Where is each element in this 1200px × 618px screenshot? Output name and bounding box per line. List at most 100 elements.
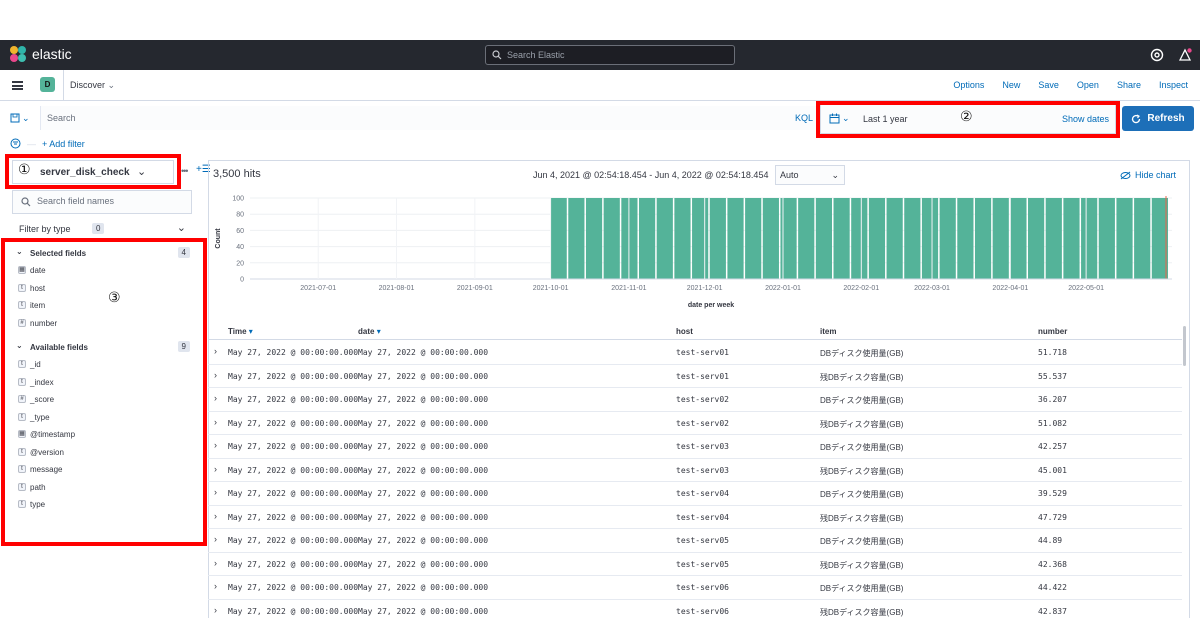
cell-item: 残DBディスク容量(GB): [820, 513, 904, 523]
histogram-chart[interactable]: 0 20 40 60 80 100 Count 2021-07-01 2021-08-01 202…: [212, 190, 1188, 316]
cell-time: May 27, 2022 @ 00:00:00.000: [228, 606, 359, 616]
field-item-host[interactable]: t host: [12, 280, 192, 298]
table-scrollbar[interactable]: [1182, 322, 1188, 618]
refresh-icon: [1132, 113, 1141, 123]
open-link[interactable]: Open: [1077, 80, 1099, 90]
search-icon: [21, 197, 31, 207]
elastic-home-link[interactable]: elastic: [10, 46, 72, 62]
expand-row-icon[interactable]: ›: [214, 464, 217, 474]
share-link[interactable]: Share: [1117, 80, 1141, 90]
field-item-version[interactable]: t @version: [12, 444, 192, 462]
y-axis-label: Count: [215, 228, 222, 249]
column-header-number[interactable]: number: [1038, 327, 1067, 336]
table-row[interactable]: › May 27, 2022 @ 00:00:00.000 May 27, 2022…: [208, 576, 1182, 600]
expand-row-icon[interactable]: ›: [214, 581, 217, 591]
menu-icon[interactable]: [12, 81, 23, 90]
table-row[interactable]: › May 27, 2022 @ 00:00:00.000 May 27, 2022…: [208, 506, 1182, 529]
field-item-number[interactable]: # number: [12, 315, 192, 333]
global-search[interactable]: [485, 45, 735, 65]
string-field-type-icon: t: [18, 301, 26, 309]
histogram-bar: [656, 198, 673, 279]
add-filter-button[interactable]: + Add filter: [42, 139, 85, 149]
quick-select-button[interactable]: ⌄: [829, 113, 850, 124]
column-header-host[interactable]: host: [676, 327, 693, 336]
field-search[interactable]: [12, 190, 192, 214]
field-search-input[interactable]: [37, 196, 187, 206]
expand-row-icon[interactable]: ›: [214, 605, 217, 615]
table-row[interactable]: › May 27, 2022 @ 00:00:00.000 May 27, 2022…: [208, 435, 1182, 459]
field-item-type[interactable]: t type: [12, 496, 192, 514]
table-row[interactable]: › May 27, 2022 @ 00:00:00.000 May 27, 2022…: [208, 529, 1182, 553]
column-header-item[interactable]: item: [820, 327, 836, 336]
field-item-item[interactable]: t item: [12, 297, 192, 315]
space-avatar[interactable]: D: [40, 77, 55, 92]
kql-language-toggle[interactable]: KQL: [795, 113, 813, 123]
field-name: _score: [30, 395, 55, 404]
filter-by-type-button[interactable]: Filter by type 0 ⌄: [12, 218, 192, 240]
cell-item: DBディスク使用量(GB): [820, 490, 904, 499]
search-icon: [492, 50, 502, 60]
global-search-input[interactable]: [507, 50, 717, 60]
field-name: number: [30, 318, 58, 328]
date-range-label[interactable]: Last 1 year: [863, 114, 908, 124]
cell-host: test-serv05: [676, 559, 729, 569]
expand-row-icon[interactable]: ›: [214, 558, 217, 568]
interval-select[interactable]: Auto ⌄: [775, 165, 845, 185]
query-input[interactable]: [40, 106, 820, 130]
cell-date: May 27, 2022 @ 00:00:00.000: [358, 559, 489, 569]
table-row[interactable]: › May 27, 2022 @ 00:00:00.000 May 27, 2022…: [208, 553, 1182, 576]
field-item-id[interactable]: t _id: [12, 356, 192, 374]
refresh-label: Refresh: [1147, 113, 1185, 124]
expand-row-icon[interactable]: ›: [214, 440, 217, 450]
expand-row-icon[interactable]: ›: [214, 487, 217, 497]
new-link[interactable]: New: [1002, 80, 1020, 90]
expand-row-icon[interactable]: ›: [214, 370, 217, 380]
options-link[interactable]: Options: [953, 80, 984, 90]
cell-date: May 27, 2022 @ 00:00:00.000: [358, 512, 489, 522]
expand-row-icon[interactable]: ›: [214, 534, 217, 544]
refresh-button[interactable]: Refresh: [1122, 106, 1194, 131]
field-item-timestamp[interactable]: ▦ @timestamp: [12, 426, 192, 444]
table-row[interactable]: › May 27, 2022 @ 00:00:00.000 May 27, 2022…: [208, 600, 1182, 618]
field-item-date[interactable]: ▦ date: [12, 262, 192, 280]
field-item-index[interactable]: t _index: [12, 374, 192, 392]
hide-chart-button[interactable]: Hide chart: [1120, 170, 1176, 180]
index-pattern-selector[interactable]: server_disk_check ⌄: [12, 160, 174, 184]
more-options-icon[interactable]: •••: [181, 166, 189, 176]
histogram-bar: [585, 198, 603, 279]
x-tick-label: 2022-01-01: [765, 285, 801, 292]
field-item-score[interactable]: # _score: [12, 391, 192, 409]
column-header-date[interactable]: date ▾: [358, 327, 381, 336]
available-fields-toggle[interactable]: ⌄ Available fields 9: [12, 338, 192, 356]
date-field-type-icon: ▦: [18, 266, 26, 274]
saved-query-button[interactable]: ⌄: [10, 110, 38, 126]
table-row[interactable]: › May 27, 2022 @ 00:00:00.000 May 27, 2022…: [208, 412, 1182, 435]
breadcrumb[interactable]: Discover ⌄: [70, 80, 115, 91]
expand-row-icon[interactable]: ›: [214, 417, 217, 427]
cell-time: May 27, 2022 @ 00:00:00.000: [228, 371, 359, 381]
table-row[interactable]: › May 27, 2022 @ 00:00:00.000 May 27, 2022…: [208, 482, 1182, 506]
save-link[interactable]: Save: [1038, 80, 1059, 90]
cell-time: May 27, 2022 @ 00:00:00.000: [228, 465, 359, 475]
help-icon[interactable]: [1150, 48, 1164, 62]
histogram-bar: [868, 198, 886, 279]
expand-row-icon[interactable]: ›: [214, 511, 217, 521]
filter-icon[interactable]: [10, 138, 21, 149]
table-row[interactable]: › May 27, 2022 @ 00:00:00.000 May 27, 2022…: [208, 459, 1182, 482]
field-item-message[interactable]: t message: [12, 461, 192, 479]
field-item-path[interactable]: t path: [12, 479, 192, 497]
expand-row-icon[interactable]: ›: [214, 346, 217, 356]
field-name: date: [30, 266, 46, 275]
expand-row-icon[interactable]: ›: [214, 393, 217, 403]
cell-item: 残DBディスク容量(GB): [820, 560, 904, 570]
field-item-type[interactable]: t _type: [12, 409, 192, 427]
column-header-time[interactable]: Time ▾: [228, 327, 253, 336]
table-row[interactable]: › May 27, 2022 @ 00:00:00.000 May 27, 2022…: [208, 341, 1182, 365]
selected-fields-toggle[interactable]: ⌄ Selected fields 4: [12, 244, 192, 262]
table-row[interactable]: › May 27, 2022 @ 00:00:00.000 May 27, 2022…: [208, 388, 1182, 412]
show-dates-button[interactable]: Show dates: [1062, 114, 1109, 124]
inspect-link[interactable]: Inspect: [1159, 80, 1188, 90]
newsfeed-icon[interactable]: [1178, 48, 1192, 62]
string-field-type-icon: t: [18, 465, 26, 473]
table-row[interactable]: › May 27, 2022 @ 00:00:00.000 May 27, 2022…: [208, 365, 1182, 388]
